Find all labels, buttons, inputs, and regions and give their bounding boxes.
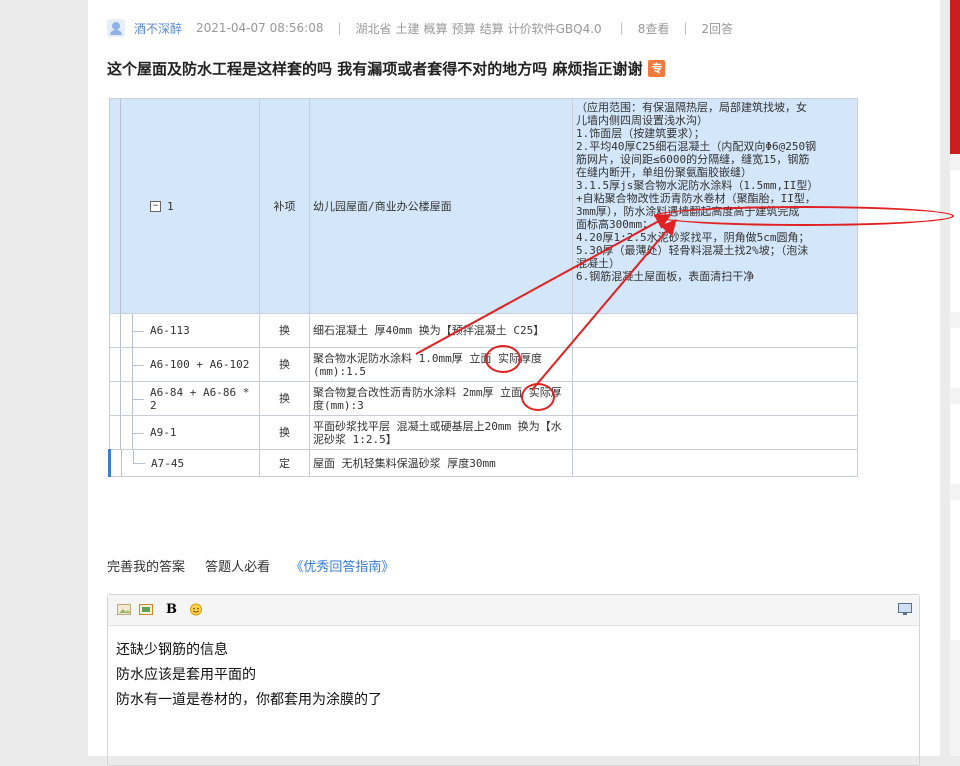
answer-count: 2回答 xyxy=(701,21,734,36)
category-tag[interactable]: 计价软件GBQ4.0 xyxy=(508,20,602,37)
divider: | xyxy=(683,21,688,35)
view-count: 8查看 xyxy=(637,21,670,36)
guide-link[interactable]: 《优秀回答指南》 xyxy=(290,560,394,575)
category-tag[interactable]: 概算 xyxy=(424,20,448,37)
avatar[interactable] xyxy=(107,19,125,37)
improve-answer-link[interactable]: 完善我的答案 xyxy=(107,560,185,575)
user-name[interactable]: 酒不深醉 xyxy=(134,20,182,37)
picture-icon[interactable] xyxy=(139,603,153,616)
question-title-text: 这个屋面及防水工程是这样套的吗 我有漏项或者套得不对的地方吗 麻烦指正谢谢 xyxy=(107,60,643,78)
answerer-must-see[interactable]: 答题人必看 xyxy=(205,560,270,575)
post-datetime: 2021-04-07 08:56:08 xyxy=(196,21,324,35)
editor-content[interactable]: 还缺少钢筋的信息 防水应该是套用平面的 防水有一道是卷材的，你都套用为涂膜的了 xyxy=(108,626,919,725)
right-sidebar-card xyxy=(950,170,960,312)
editor-toolbar: B xyxy=(108,595,919,626)
emoji-icon[interactable] xyxy=(189,603,203,616)
answer-line: 防水应该是套用平面的 xyxy=(116,667,256,683)
question-card: 酒不深醉 2021-04-07 08:56:08 | 湖北省 土建 概算 预算 … xyxy=(88,0,954,766)
question-meta: 酒不深醉 2021-04-07 08:56:08 | 湖北省 土建 概算 预算 … xyxy=(107,19,733,37)
question-title: 这个屋面及防水工程是这样套的吗 我有漏项或者套得不对的地方吗 麻烦指正谢谢 专 xyxy=(107,58,666,79)
category-tag[interactable]: 土建 xyxy=(396,20,420,37)
answer-editor[interactable]: B 还缺少钢筋的信息 防水应该是套用平面的 防水有一道是卷材的，你都套用为涂膜的… xyxy=(107,594,920,766)
right-sidebar-card xyxy=(950,500,960,640)
right-sidebar-banner xyxy=(950,0,960,154)
divider: | xyxy=(337,21,342,35)
answer-line: 防水有一道是卷材的，你都套用为涂膜的了 xyxy=(116,692,382,708)
region-tag[interactable]: 湖北省 xyxy=(356,20,392,37)
bold-button[interactable]: B xyxy=(166,602,177,617)
image-icon[interactable] xyxy=(117,603,131,616)
attached-screenshot[interactable]: −1 补项 幼儿园屋面/商业办公楼屋面 （应用范围：有保温隔热层，局部建筑找坡，… xyxy=(108,98,954,480)
right-sidebar-card xyxy=(950,404,960,484)
answer-line: 还缺少钢筋的信息 xyxy=(116,642,228,658)
right-sidebar-card xyxy=(950,328,960,388)
category-tag[interactable]: 预算 xyxy=(452,20,476,37)
divider: | xyxy=(619,21,624,35)
expert-badge: 专 xyxy=(648,60,666,77)
answer-links: 完善我的答案 答题人必看 《优秀回答指南》 xyxy=(107,556,410,575)
category-tag[interactable]: 结算 xyxy=(480,20,504,37)
fullscreen-icon[interactable] xyxy=(898,603,912,616)
annotation-arrows xyxy=(415,214,677,391)
